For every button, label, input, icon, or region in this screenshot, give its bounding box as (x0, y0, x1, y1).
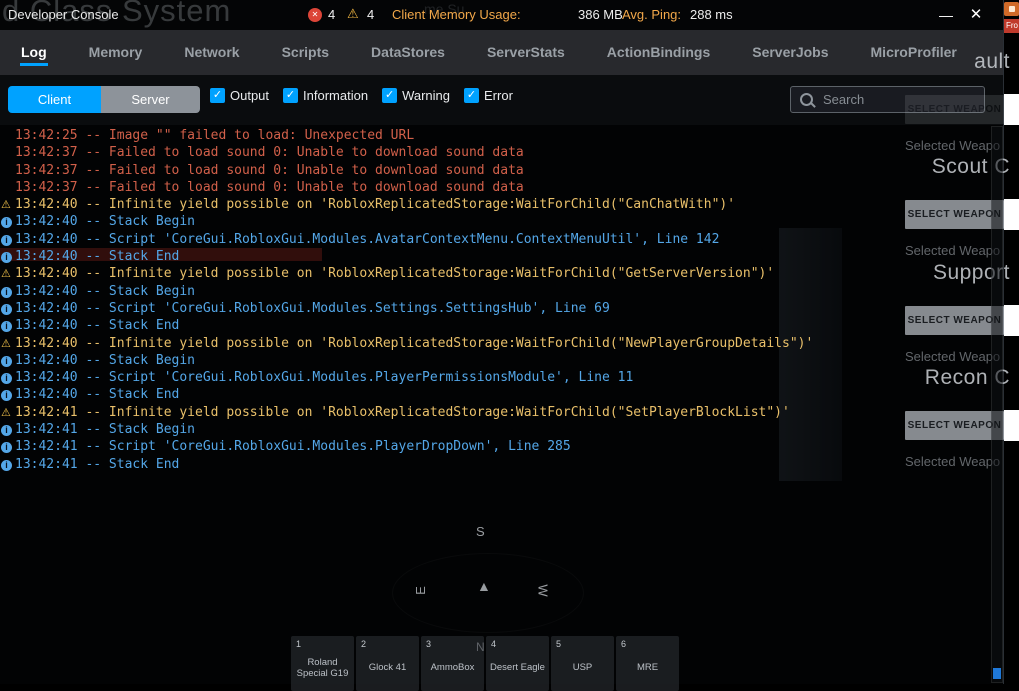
warning-count: 4 (367, 7, 375, 22)
log-scrollbar[interactable] (991, 126, 1003, 683)
log-line[interactable]: 13:42:25 -- Image "" failed to load: Une… (0, 127, 1003, 144)
info-icon (1, 303, 12, 315)
tab-actionbindings[interactable]: ActionBindings (606, 39, 711, 66)
log-text: 13:42:37 -- Failed to load sound 0: Unab… (15, 179, 524, 195)
log-text: 13:42:40 -- Infinite yield possible on '… (15, 335, 814, 351)
close-icon[interactable] (964, 3, 988, 27)
info-icon (1, 252, 12, 264)
log-line[interactable]: 13:42:40 -- Stack Begin (0, 213, 1003, 230)
log-line[interactable]: 13:42:41 -- Stack End (0, 456, 1003, 473)
log-text: 13:42:40 -- Stack Begin (15, 214, 196, 230)
log-line[interactable]: 13:42:40 -- Infinite yield possible on '… (0, 335, 1003, 352)
log-text: 13:42:25 -- Image "" failed to load: Une… (15, 128, 415, 143)
log-text: 13:42:40 -- Stack End (15, 387, 180, 403)
tab-bar: Log Memory Network Scripts DataStores ServerS… (0, 30, 1003, 75)
tab-log[interactable]: Log (20, 39, 48, 66)
log-line[interactable]: 13:42:40 -- Script 'CoreGui.RobloxGui.Mo… (0, 231, 1003, 248)
filter-checkbox-output[interactable]: Output (210, 88, 269, 103)
info-icon (1, 459, 12, 471)
log-text: 13:42:41 -- Stack Begin (15, 422, 196, 438)
log-line[interactable]: 13:42:40 -- Stack End (0, 386, 1003, 403)
log-text: 13:42:40 -- Stack Begin (15, 283, 196, 299)
developer-console-window: Developer Console 4 4 Client Memory Usag… (0, 0, 1004, 684)
tab-serverstats[interactable]: ServerStats (486, 39, 566, 66)
log-line[interactable]: 13:42:40 -- Stack Begin (0, 352, 1003, 369)
warning-icon (1, 199, 11, 211)
info-icon (1, 373, 12, 385)
warning-icon (1, 407, 11, 419)
log-line[interactable]: 13:42:40 -- Stack End (0, 317, 1003, 334)
error-count: 4 (328, 7, 336, 22)
log-line[interactable]: 13:42:40 -- Script 'CoreGui.RobloxGui.Mo… (0, 300, 1003, 317)
filter-checkbox-warning[interactable]: Warning (382, 88, 450, 103)
log-text: 13:42:40 -- Infinite yield possible on '… (15, 197, 736, 213)
log-filter-checkboxes: Output Information Warning Error (210, 88, 513, 103)
ping-label: Avg. Ping: (622, 7, 682, 22)
log-text: 13:42:40 -- Stack Begin (15, 352, 196, 368)
checkbox-checked-icon (382, 88, 398, 103)
log-line[interactable]: 13:42:40 -- Stack End (0, 248, 1003, 265)
info-icon (1, 355, 12, 367)
log-line[interactable]: 13:42:41 -- Stack Begin (0, 421, 1003, 438)
search-input[interactable] (821, 91, 975, 108)
search-icon (800, 93, 813, 106)
info-icon (1, 321, 12, 333)
log-text: 13:42:40 -- Infinite yield possible on '… (15, 266, 775, 282)
log-line[interactable]: 13:42:41 -- Infinite yield possible on '… (0, 404, 1003, 421)
warning-icon (1, 338, 11, 350)
filter-checkbox-error[interactable]: Error (464, 88, 513, 103)
log-line[interactable]: 13:42:40 -- Infinite yield possible on '… (0, 265, 1003, 282)
log-line[interactable]: 13:42:37 -- Failed to load sound 0: Unab… (0, 162, 1003, 179)
client-server-toggle: Client Server (8, 86, 200, 113)
log-text: 13:42:37 -- Failed to load sound 0: Unab… (15, 162, 524, 178)
checkbox-checked-icon (283, 88, 299, 103)
log-line[interactable]: 13:42:37 -- Failed to load sound 0: Unab… (0, 144, 1003, 161)
log-text: 13:42:40 -- Script 'CoreGui.RobloxGui.Mo… (15, 370, 634, 386)
roblox-screen: d Class System me Su Developer Console 4… (0, 0, 1019, 691)
tab-serverjobs[interactable]: ServerJobs (751, 39, 829, 66)
info-icon (1, 286, 12, 298)
filter-bar: Client Server Output Information Warning… (0, 75, 1003, 125)
warning-icon (1, 268, 11, 280)
tab-microprofiler[interactable]: MicroProfiler (870, 39, 958, 66)
warning-count-icon (347, 6, 359, 22)
tab-memory[interactable]: Memory (88, 39, 144, 66)
filter-checkbox-information[interactable]: Information (283, 88, 368, 103)
log-text: 13:42:41 -- Script 'CoreGui.RobloxGui.Mo… (15, 439, 571, 455)
checkbox-checked-icon (464, 88, 480, 103)
tab-network[interactable]: Network (183, 39, 240, 66)
minimize-button[interactable] (934, 3, 958, 27)
memory-usage-value: 386 MB (578, 7, 623, 22)
log-text: 13:42:41 -- Stack End (15, 456, 180, 472)
log-line[interactable]: 13:42:37 -- Failed to load sound 0: Unab… (0, 179, 1003, 196)
info-icon (1, 425, 12, 437)
info-icon (1, 390, 12, 402)
log-line[interactable]: 13:42:40 -- Stack Begin (0, 283, 1003, 300)
tab-datastores[interactable]: DataStores (370, 39, 446, 66)
log-text: 13:42:37 -- Failed to load sound 0: Unab… (15, 145, 524, 161)
info-icon (1, 217, 12, 229)
info-icon (1, 234, 12, 246)
checkbox-checked-icon (210, 88, 225, 103)
error-count-icon (308, 8, 322, 22)
log-text: 13:42:40 -- Stack End (15, 318, 180, 334)
log-text: 13:42:40 -- Stack End (15, 249, 180, 265)
tab-scripts[interactable]: Scripts (281, 39, 330, 66)
console-title-bar: Developer Console 4 4 Client Memory Usag… (0, 0, 1003, 30)
log-text: 13:42:40 -- Script 'CoreGui.RobloxGui.Mo… (15, 231, 720, 247)
log-line[interactable]: 13:42:40 -- Script 'CoreGui.RobloxGui.Mo… (0, 369, 1003, 386)
log-scrollbar-thumb[interactable] (993, 668, 1001, 679)
log-text: 13:42:40 -- Script 'CoreGui.RobloxGui.Mo… (15, 300, 610, 316)
log-line[interactable]: 13:42:41 -- Script 'CoreGui.RobloxGui.Mo… (0, 438, 1003, 455)
ping-value: 288 ms (690, 7, 733, 22)
server-toggle-button[interactable]: Server (101, 86, 200, 113)
window-title: Developer Console (8, 7, 119, 22)
log-text: 13:42:41 -- Infinite yield possible on '… (15, 404, 790, 420)
log-output: 13:42:25 -- Image "" failed to load: Une… (0, 125, 1003, 684)
client-toggle-button[interactable]: Client (8, 86, 101, 113)
memory-usage-label: Client Memory Usage: (392, 7, 521, 22)
log-line[interactable]: 13:42:40 -- Infinite yield possible on '… (0, 196, 1003, 213)
search-box[interactable] (790, 86, 985, 113)
info-icon (1, 442, 12, 454)
